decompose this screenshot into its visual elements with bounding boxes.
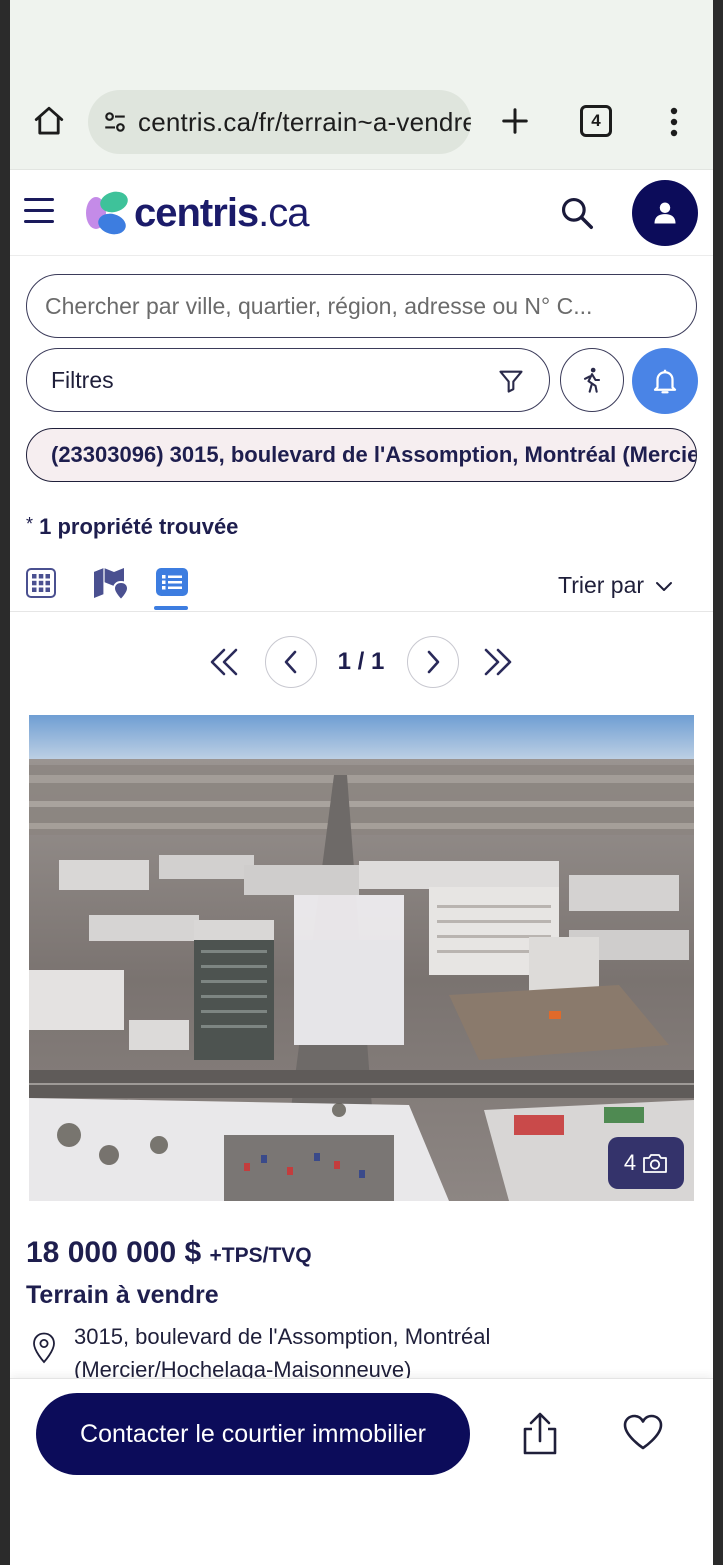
camera-icon bbox=[643, 1154, 668, 1173]
menu-icon[interactable] bbox=[24, 198, 58, 228]
search-button[interactable] bbox=[558, 194, 598, 234]
search-chip[interactable]: (23303096) 3015, boulevard de l'Assompti… bbox=[26, 428, 697, 482]
search-input[interactable] bbox=[26, 274, 697, 338]
site-settings-icon[interactable] bbox=[102, 109, 128, 135]
double-chevron-left-icon bbox=[210, 648, 238, 676]
new-tab-button[interactable] bbox=[496, 102, 534, 140]
logo-mark-icon bbox=[86, 191, 128, 235]
logo-text-main: centris bbox=[134, 190, 259, 235]
walk-score-button[interactable] bbox=[560, 348, 624, 412]
listing-price: 18 000 000 $ +TPS/TVQ bbox=[26, 1236, 312, 1270]
results-count-text: 1 propriété trouvée bbox=[39, 514, 239, 539]
map-icon bbox=[94, 568, 130, 602]
active-view-indicator bbox=[154, 606, 188, 610]
tab-switcher-button[interactable]: 4 bbox=[580, 105, 612, 137]
filter-funnel-icon bbox=[499, 370, 523, 393]
chevron-left-icon bbox=[284, 650, 297, 674]
home-icon bbox=[34, 106, 64, 135]
address-bar[interactable]: centris.ca/fr/terrain~a-vendre bbox=[88, 90, 471, 154]
page-indicator: 1 / 1 bbox=[337, 648, 385, 675]
price-tax: +TPS/TVQ bbox=[209, 1244, 312, 1267]
url-text: centris.ca/fr/terrain~a-vendre bbox=[138, 106, 471, 137]
walking-person-icon bbox=[583, 367, 601, 393]
user-icon bbox=[654, 202, 676, 224]
more-vert-icon bbox=[670, 107, 678, 137]
results-asterisk: * bbox=[26, 514, 34, 534]
listing-photo[interactable]: 4 bbox=[29, 715, 694, 1201]
pagination: 1 / 1 bbox=[10, 634, 713, 690]
account-button[interactable] bbox=[632, 180, 698, 246]
view-toggle-bar: Trier par bbox=[10, 560, 713, 612]
price-value: 18 000 000 $ bbox=[26, 1236, 202, 1269]
next-page-button[interactable] bbox=[407, 636, 459, 688]
filters-button[interactable]: Filtres bbox=[26, 348, 550, 412]
contact-broker-button[interactable]: Contacter le courtier immobilier bbox=[36, 1393, 470, 1475]
list-icon bbox=[156, 568, 188, 596]
heart-icon bbox=[623, 1414, 663, 1450]
previous-page-button[interactable] bbox=[265, 636, 317, 688]
browser-menu-button[interactable] bbox=[660, 102, 688, 142]
site-header: centris.ca bbox=[10, 170, 713, 256]
grid-view-button[interactable] bbox=[26, 568, 56, 598]
filters-label: Filtres bbox=[51, 366, 114, 393]
status-area bbox=[10, 0, 713, 78]
listing-type: Terrain à vendre bbox=[26, 1281, 219, 1309]
chevron-down-icon bbox=[656, 581, 673, 591]
logo-text-suffix: .ca bbox=[258, 190, 309, 235]
aerial-city-photo bbox=[29, 715, 694, 1201]
share-icon bbox=[523, 1412, 557, 1455]
sort-label: Trier par bbox=[558, 572, 645, 598]
map-view-button[interactable] bbox=[92, 566, 132, 602]
chevron-right-icon bbox=[427, 650, 440, 674]
list-view-button[interactable] bbox=[156, 568, 188, 598]
alert-button[interactable] bbox=[632, 348, 698, 414]
sort-dropdown[interactable]: Trier par bbox=[558, 572, 674, 599]
photo-count-badge[interactable]: 4 bbox=[608, 1137, 684, 1189]
photo-count: 4 bbox=[623, 1150, 637, 1175]
share-button[interactable] bbox=[520, 1411, 564, 1459]
first-page-button[interactable] bbox=[206, 646, 242, 678]
plus-icon bbox=[502, 108, 528, 134]
centris-logo[interactable]: centris.ca bbox=[82, 186, 310, 240]
double-chevron-right-icon bbox=[484, 648, 512, 676]
bell-icon bbox=[653, 369, 677, 394]
location-pin-icon bbox=[33, 1332, 55, 1364]
page-frame: centris.ca/fr/terrain~a-vendre 4 centris… bbox=[10, 0, 713, 1565]
search-icon bbox=[561, 197, 593, 229]
address-line-1: 3015, boulevard de l'Assomption, Montréa… bbox=[74, 1324, 491, 1349]
bottom-action-bar: Contacter le courtier immobilier bbox=[10, 1378, 713, 1565]
favorite-button[interactable] bbox=[622, 1413, 666, 1453]
results-count: * 1 propriété trouvée bbox=[26, 514, 238, 540]
last-page-button[interactable] bbox=[480, 646, 516, 678]
browser-toolbar: centris.ca/fr/terrain~a-vendre 4 bbox=[10, 78, 713, 170]
grid-icon bbox=[26, 568, 56, 598]
home-button[interactable] bbox=[30, 102, 68, 140]
